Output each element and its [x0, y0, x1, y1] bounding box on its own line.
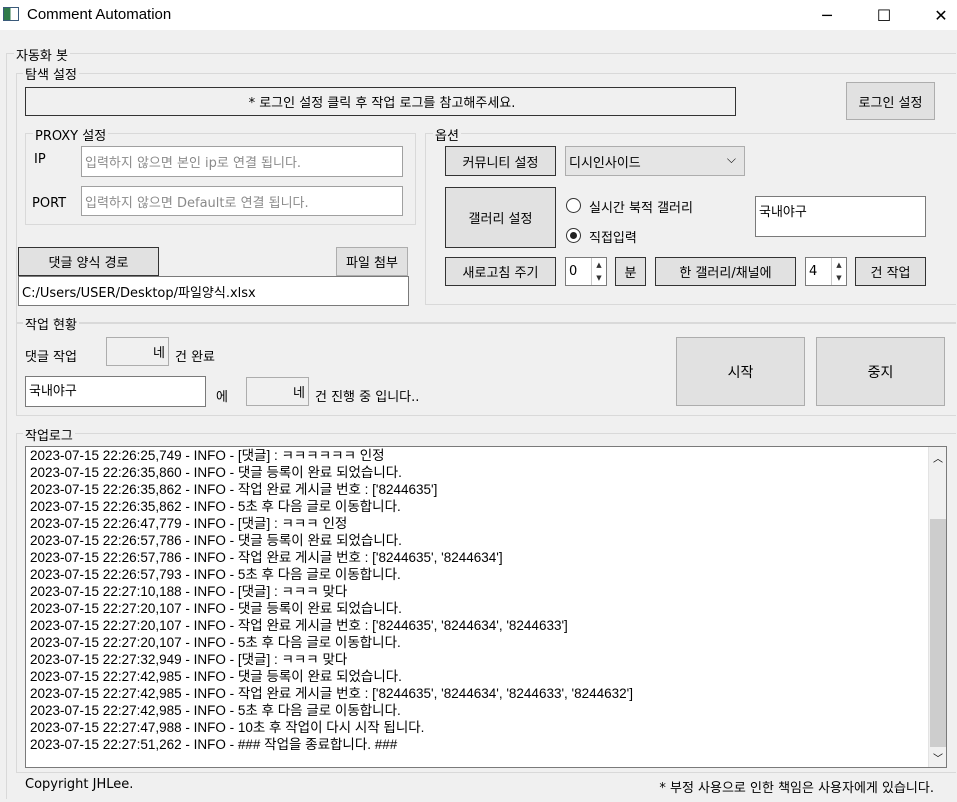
- per-gallery-spin-buttons[interactable]: ▲ ▼: [831, 258, 846, 285]
- radio-direct-label: 직접입력: [589, 231, 637, 246]
- file-path-input[interactable]: C:/Users/USER/Desktop/파일양식.xlsx: [18, 276, 409, 306]
- radio-realtime-gallery[interactable]: [566, 198, 581, 213]
- chevron-down-icon: ⌵: [726, 152, 736, 166]
- comment-format-path-button[interactable]: 댓글 양식 경로: [18, 247, 159, 276]
- log-line: 2023-07-15 22:27:42,985 - INFO - 댓글 등록이 …: [30, 669, 402, 684]
- progress-count-field: 네: [246, 377, 309, 406]
- proxy-group-label: PROXY 설정: [33, 125, 109, 144]
- scroll-up-icon[interactable]: ︿: [929, 449, 946, 465]
- close-button[interactable]: ✕: [918, 0, 957, 30]
- radio-realtime-label: 실시간 북적 갤러리: [589, 201, 693, 216]
- bot-group-label: 자동화 봇: [14, 45, 70, 64]
- comment-work-label: 댓글 작업: [25, 350, 77, 365]
- log-line: 2023-07-15 22:26:35,862 - INFO - 5초 후 다음…: [30, 499, 401, 514]
- stop-button[interactable]: 중지: [816, 337, 945, 406]
- per-gallery-spinner[interactable]: 4 ▲ ▼: [805, 257, 847, 286]
- search-settings-label: 탐색 설정: [23, 64, 79, 83]
- ip-label: IP: [34, 152, 46, 167]
- scroll-down-icon[interactable]: ﹀: [929, 749, 946, 765]
- per-gallery-value: 4: [809, 264, 818, 279]
- log-line: 2023-07-15 22:26:57,786 - INFO - 작업 완료 게…: [30, 550, 503, 565]
- log-lines: 2023-07-15 22:26:25,749 - INFO - [댓글] : …: [30, 447, 633, 753]
- log-line: 2023-07-15 22:27:10,188 - INFO - [댓글] : …: [30, 584, 348, 599]
- minimize-button[interactable]: ─: [804, 0, 850, 30]
- community-settings-button[interactable]: 커뮤니티 설정: [445, 146, 556, 176]
- log-line: 2023-07-15 22:27:20,107 - INFO - 댓글 등록이 …: [30, 601, 402, 616]
- log-line: 2023-07-15 22:27:20,107 - INFO - 작업 완료 게…: [30, 618, 568, 633]
- status-group-label: 작업 현황: [23, 314, 79, 333]
- gallery-settings-button[interactable]: 갤러리 설정: [445, 187, 556, 248]
- spin-up-icon[interactable]: ▲: [832, 258, 846, 272]
- copyright-text: Copyright JHLee.: [25, 777, 134, 792]
- radio-direct-input[interactable]: [566, 228, 581, 243]
- log-line: 2023-07-15 22:26:47,779 - INFO - [댓글] : …: [30, 516, 348, 531]
- log-textbox[interactable]: 2023-07-15 22:26:25,749 - INFO - [댓글] : …: [25, 446, 947, 768]
- log-line: 2023-07-15 22:27:32,949 - INFO - [댓글] : …: [30, 652, 348, 667]
- login-settings-button[interactable]: 로그인 설정: [846, 82, 935, 120]
- app-icon: [3, 7, 19, 21]
- current-gallery-field[interactable]: 국내야구: [25, 376, 206, 407]
- log-line: 2023-07-15 22:27:20,107 - INFO - 5초 후 다음…: [30, 635, 401, 650]
- spin-down-icon[interactable]: ▼: [832, 272, 846, 286]
- comment-count-field: 네: [106, 337, 169, 366]
- disclaimer-text: * 부정 사용으로 인한 책임은 사용자에게 있습니다.: [659, 781, 934, 796]
- maximize-button[interactable]: ☐: [861, 0, 907, 30]
- log-line: 2023-07-15 22:26:35,860 - INFO - 댓글 등록이 …: [30, 465, 402, 480]
- log-line: 2023-07-15 22:26:57,793 - INFO - 5초 후 다음…: [30, 567, 401, 582]
- port-input[interactable]: 입력하지 않으면 Default로 연결 됩니다.: [81, 186, 403, 216]
- port-label: PORT: [32, 196, 67, 211]
- log-line: 2023-07-15 22:26:25,749 - INFO - [댓글] : …: [30, 448, 385, 463]
- refresh-interval-value: 0: [569, 264, 578, 279]
- spin-up-icon[interactable]: ▲: [592, 258, 606, 272]
- gallery-name-input[interactable]: 국내야구: [755, 196, 926, 237]
- progress-suffix-label: 건 진행 중 입니다..: [315, 390, 420, 405]
- log-line: 2023-07-15 22:26:57,786 - INFO - 댓글 등록이 …: [30, 533, 402, 548]
- refresh-spin-buttons[interactable]: ▲ ▼: [591, 258, 606, 285]
- log-line: 2023-07-15 22:27:42,985 - INFO - 작업 완료 게…: [30, 686, 634, 701]
- per-gallery-button[interactable]: 한 갤러리/채널에: [655, 257, 796, 286]
- refresh-interval-button[interactable]: 새로고침 주기: [445, 257, 556, 286]
- ip-input[interactable]: 입력하지 않으면 본인 ip로 연결 됩니다.: [81, 146, 403, 177]
- title-bar: Comment Automation ─ ☐ ✕: [0, 0, 957, 30]
- window-title: Comment Automation: [27, 6, 172, 23]
- community-selected-value: 디시인사이드: [569, 155, 641, 171]
- tasks-button[interactable]: 건 작업: [855, 257, 926, 286]
- file-attach-button[interactable]: 파일 첨부: [336, 247, 408, 276]
- done-suffix-label: 건 완료: [175, 350, 216, 365]
- log-line: 2023-07-15 22:27:42,985 - INFO - 5초 후 다음…: [30, 703, 401, 718]
- log-line: 2023-07-15 22:27:51,262 - INFO - ### 작업을…: [30, 737, 398, 752]
- spin-down-icon[interactable]: ▼: [592, 272, 606, 286]
- at-label: 에: [216, 390, 228, 405]
- scroll-thumb[interactable]: [930, 519, 946, 747]
- options-group-label: 옵션: [433, 125, 461, 144]
- refresh-interval-spinner[interactable]: 0 ▲ ▼: [565, 257, 607, 286]
- minute-button[interactable]: 분: [615, 257, 646, 286]
- log-line: 2023-07-15 22:26:35,862 - INFO - 작업 완료 게…: [30, 482, 438, 497]
- community-select[interactable]: 디시인사이드 ⌵: [565, 146, 745, 176]
- log-line: 2023-07-15 22:27:47,988 - INFO - 10초 후 작…: [30, 720, 425, 735]
- start-button[interactable]: 시작: [676, 337, 805, 406]
- log-group-label: 작업로그: [23, 425, 75, 444]
- log-scrollbar[interactable]: ︿ ﹀: [928, 447, 946, 767]
- login-notice: * 로그인 설정 클릭 후 작업 로그를 참고해주세요.: [25, 87, 736, 116]
